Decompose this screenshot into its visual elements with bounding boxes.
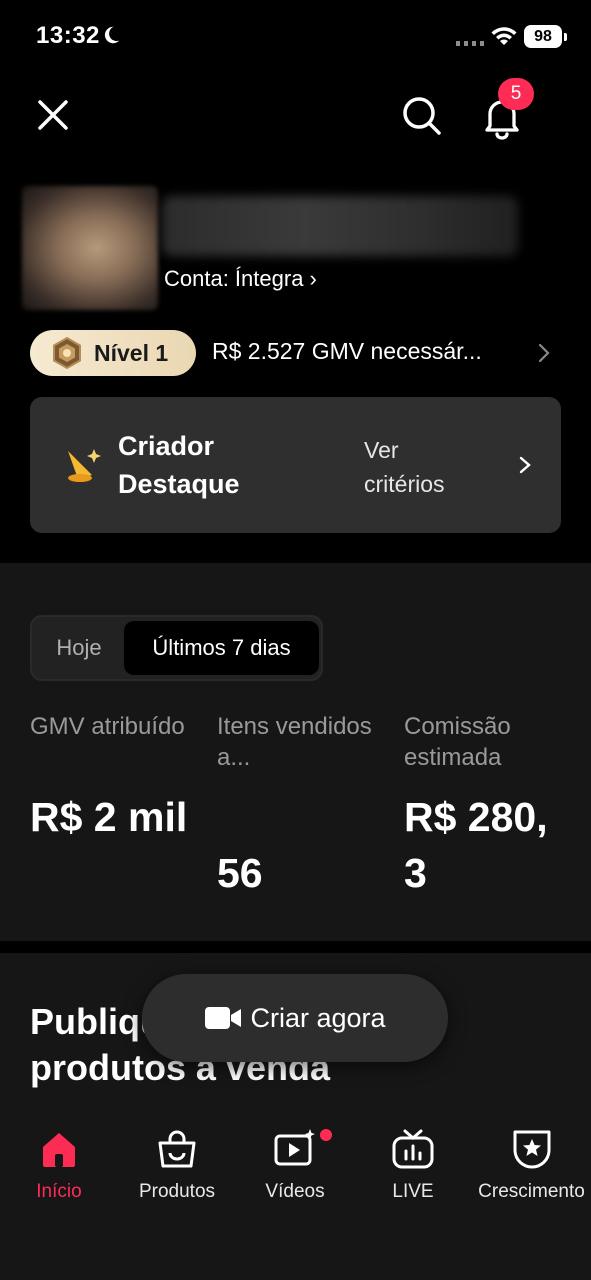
avatar[interactable] — [22, 186, 158, 310]
metric-value: R$ 280,3 — [404, 794, 548, 896]
account-status-label: Conta: Íntegra — [164, 266, 304, 291]
tab-inicio[interactable]: Início — [0, 1127, 118, 1203]
battery-indicator: 98 — [524, 25, 567, 48]
level-pill[interactable]: Nível 1 — [30, 330, 196, 376]
metric-gmv[interactable]: GMV atribuído R$ 2 mil — [30, 711, 200, 845]
status-bar: 13:32 98 — [0, 0, 591, 76]
live-tv-icon — [392, 1129, 434, 1169]
chevron-right-icon[interactable] — [536, 342, 552, 364]
metric-value: 56 — [217, 850, 263, 896]
video-camera-icon — [205, 1007, 242, 1029]
profile-name-blurred — [162, 196, 518, 256]
wifi-icon — [491, 27, 517, 45]
close-icon[interactable] — [30, 92, 76, 138]
cellular-signal-icon — [456, 41, 484, 46]
level-label: Nível 1 — [94, 339, 169, 366]
chevron-right-icon: › — [309, 266, 317, 291]
account-status-link[interactable]: Conta: Íntegra › — [164, 266, 317, 292]
creator-title: Criador Destaque — [118, 431, 240, 499]
level-badge-icon — [53, 336, 81, 370]
period-option-last-7-days[interactable]: Últimos 7 dias — [124, 621, 319, 675]
create-now-button[interactable]: Criar agora — [142, 974, 448, 1062]
tab-videos[interactable]: Vídeos — [236, 1127, 354, 1203]
tab-label: Vídeos — [265, 1181, 325, 1202]
metric-commission[interactable]: Comissão estimada R$ 280,3 — [404, 711, 564, 901]
moon-icon — [104, 26, 120, 44]
search-icon[interactable] — [398, 92, 444, 138]
period-option-today[interactable]: Hoje — [32, 617, 126, 679]
spotlight-icon — [68, 449, 101, 482]
video-play-icon — [274, 1129, 315, 1166]
bottom-tab-bar: Início Produtos Vídeos LIVE Crescimento — [0, 1103, 591, 1280]
view-criteria-link[interactable]: Ver critérios — [364, 433, 484, 501]
new-content-dot — [320, 1129, 332, 1141]
notification-badge: 5 — [498, 78, 534, 110]
tab-label: LIVE — [392, 1181, 434, 1202]
metric-label: GMV atribuído — [30, 713, 185, 740]
status-time: 13:32 — [36, 22, 100, 49]
tab-label: Início — [36, 1181, 82, 1202]
metric-label: Itens vendidos a... — [217, 713, 372, 771]
creator-highlight-card[interactable]: Criador Destaque Ver critérios — [30, 397, 561, 533]
chevron-right-icon[interactable] — [518, 455, 532, 475]
tab-crescimento[interactable]: Crescimento — [472, 1127, 591, 1203]
shopping-bag-icon — [158, 1130, 196, 1168]
home-icon — [43, 1133, 75, 1167]
metric-label: Comissão estimada — [404, 713, 511, 771]
tab-label: Crescimento — [478, 1181, 585, 1202]
tab-label: Produtos — [138, 1181, 216, 1202]
metric-value: R$ 2 mil — [30, 794, 188, 840]
gmv-needed-text[interactable]: R$ 2.527 GMV necessár... — [212, 338, 482, 365]
tab-live[interactable]: LIVE — [354, 1127, 472, 1203]
tab-produtos[interactable]: Produtos — [118, 1127, 236, 1203]
metrics-section: Hoje Últimos 7 dias GMV atribuído R$ 2 m… — [0, 563, 591, 941]
star-badge-icon — [513, 1130, 550, 1169]
create-now-label: Criar agora — [250, 1002, 386, 1033]
metric-items-sold[interactable]: Itens vendidos a... 56 — [217, 711, 387, 901]
period-toggle: Hoje Últimos 7 dias — [30, 615, 323, 681]
